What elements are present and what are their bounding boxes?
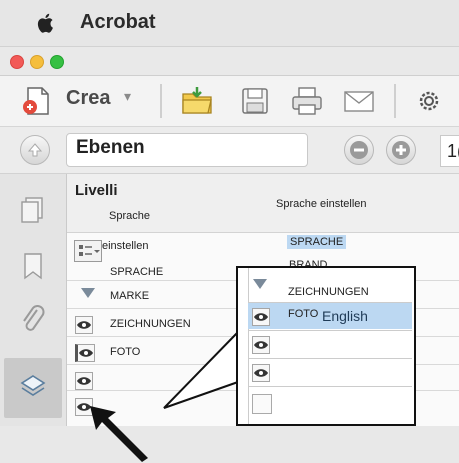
list-options-icon [79, 245, 100, 256]
eye-icon [77, 377, 91, 385]
english-language-label: English [322, 308, 368, 324]
layers-panel-header: Livelli Sprache Sprache einstellen [67, 174, 459, 233]
column-language-label: Sprache [109, 210, 150, 222]
window-titlebar [0, 47, 459, 76]
popup-row-label: FOTO [288, 308, 319, 320]
layer-visibility-toggle[interactable] [75, 316, 93, 334]
navigation-rail [0, 174, 67, 463]
options-menu-button[interactable] [74, 240, 102, 262]
layer-visibility-toggle[interactable] [252, 336, 270, 354]
disclosure-triangle-icon[interactable] [252, 278, 268, 290]
layer-visibility-toggle[interactable] [252, 308, 270, 326]
eye-icon [254, 313, 268, 321]
pages-icon[interactable] [20, 196, 44, 224]
minus-icon [350, 141, 368, 159]
column-set-language-label: Sprache einstellen [276, 198, 367, 210]
print-icon[interactable] [290, 84, 324, 118]
zoom-value-field[interactable]: 1( [440, 135, 459, 167]
pointer-arrow-icon [90, 406, 148, 462]
eye-icon [254, 369, 268, 377]
zoom-window-button[interactable] [50, 55, 64, 69]
zoom-out-button[interactable] [344, 135, 374, 165]
navigation-toolbar: Ebenen 1( [0, 127, 459, 174]
eye-icon [79, 349, 93, 357]
magnified-callout: ZEICHNUNGEN FOTO English [236, 266, 416, 426]
panel-title: Livelli [75, 182, 118, 199]
layer-visibility-toggle[interactable] [252, 394, 272, 414]
chevron-down-icon[interactable]: ▾ [124, 88, 131, 105]
layer-visibility-toggle[interactable] [75, 344, 95, 362]
toolbar-divider [160, 84, 162, 118]
set-language-item[interactable]: einstellen [102, 240, 148, 252]
disclosure-triangle-icon[interactable] [80, 287, 96, 299]
layer-visibility-toggle[interactable] [252, 364, 270, 382]
eye-icon [254, 341, 268, 349]
eye-icon [77, 321, 91, 329]
main-toolbar: Crea ▾ [0, 76, 459, 127]
layer-row-label[interactable]: FOTO [110, 346, 140, 358]
panel-footer [0, 426, 459, 463]
attachment-icon[interactable] [20, 304, 46, 338]
language-value-highlight[interactable]: SPRACHE [287, 235, 347, 249]
plus-icon [392, 141, 410, 159]
menu-bar: Acrobat [0, 0, 459, 47]
app-name[interactable]: Acrobat [80, 11, 156, 34]
page-up-button[interactable] [20, 135, 50, 165]
layer-name-value: Ebenen [76, 137, 145, 158]
close-window-button[interactable] [10, 55, 24, 69]
save-icon[interactable] [238, 84, 272, 118]
bookmark-icon[interactable] [22, 252, 44, 280]
email-icon[interactable] [342, 84, 376, 118]
language-row-label: SPRACHE [110, 266, 164, 278]
create-pdf-icon[interactable] [20, 84, 54, 118]
settings-icon[interactable] [412, 84, 446, 118]
toolbar-divider [394, 84, 396, 118]
popup-row-label: ZEICHNUNGEN [288, 286, 369, 298]
create-button[interactable]: Crea [66, 87, 110, 110]
zoom-in-button[interactable] [386, 135, 416, 165]
open-folder-icon[interactable] [180, 84, 214, 118]
layer-row-label[interactable]: ZEICHNUNGEN [110, 318, 191, 330]
layer-visibility-toggle[interactable] [75, 372, 93, 390]
arrow-up-icon [27, 143, 43, 157]
minimize-window-button[interactable] [30, 55, 44, 69]
layer-row-label[interactable]: MARKE [110, 290, 149, 302]
apple-logo-icon[interactable] [36, 12, 56, 34]
layers-icon [20, 375, 46, 396]
layers-tab[interactable] [4, 358, 62, 418]
